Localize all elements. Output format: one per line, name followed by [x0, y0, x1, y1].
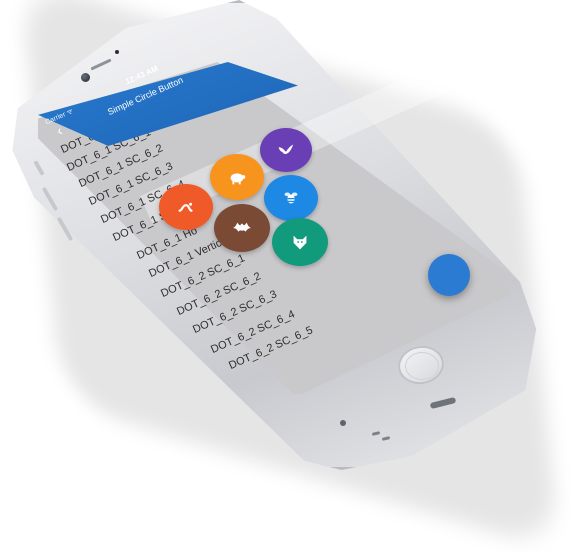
- headphone-jack: [340, 420, 346, 426]
- phone-mockup: DOT_6_1 VerticalDOT_6_1 SC_6_1DOT_6_1 SC…: [0, 0, 570, 552]
- main-circle-button[interactable]: [428, 254, 470, 296]
- bat-icon: [232, 222, 252, 232]
- bird-icon: [278, 144, 294, 155]
- home-button-ring: [405, 352, 439, 380]
- bird-button[interactable]: [260, 128, 312, 172]
- pig-button[interactable]: [210, 154, 264, 200]
- worm-button[interactable]: [159, 184, 213, 230]
- fox-button[interactable]: [272, 218, 328, 266]
- bee-icon: [284, 192, 298, 204]
- worm-icon: [178, 202, 193, 212]
- bat-button[interactable]: [214, 204, 270, 252]
- fox-icon: [293, 235, 307, 250]
- proximity-sensor: [115, 50, 119, 54]
- front-camera: [81, 73, 90, 82]
- bee-button[interactable]: [264, 175, 318, 221]
- pig-icon: [230, 173, 246, 185]
